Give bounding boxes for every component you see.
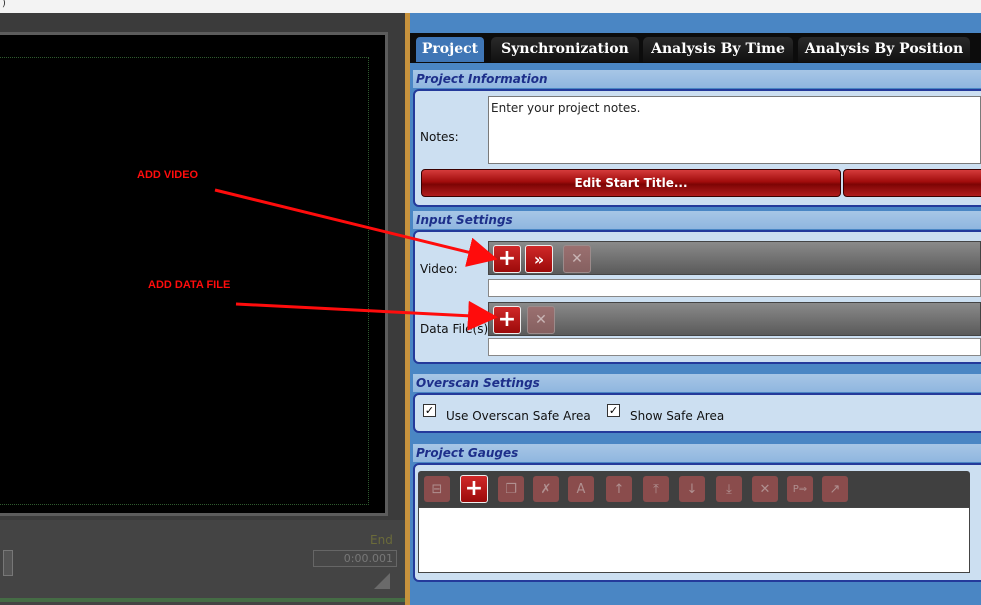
annotation-arrows xyxy=(214,188,498,331)
add-video-arrow xyxy=(214,188,498,267)
add-data-file-arrow xyxy=(235,300,498,331)
